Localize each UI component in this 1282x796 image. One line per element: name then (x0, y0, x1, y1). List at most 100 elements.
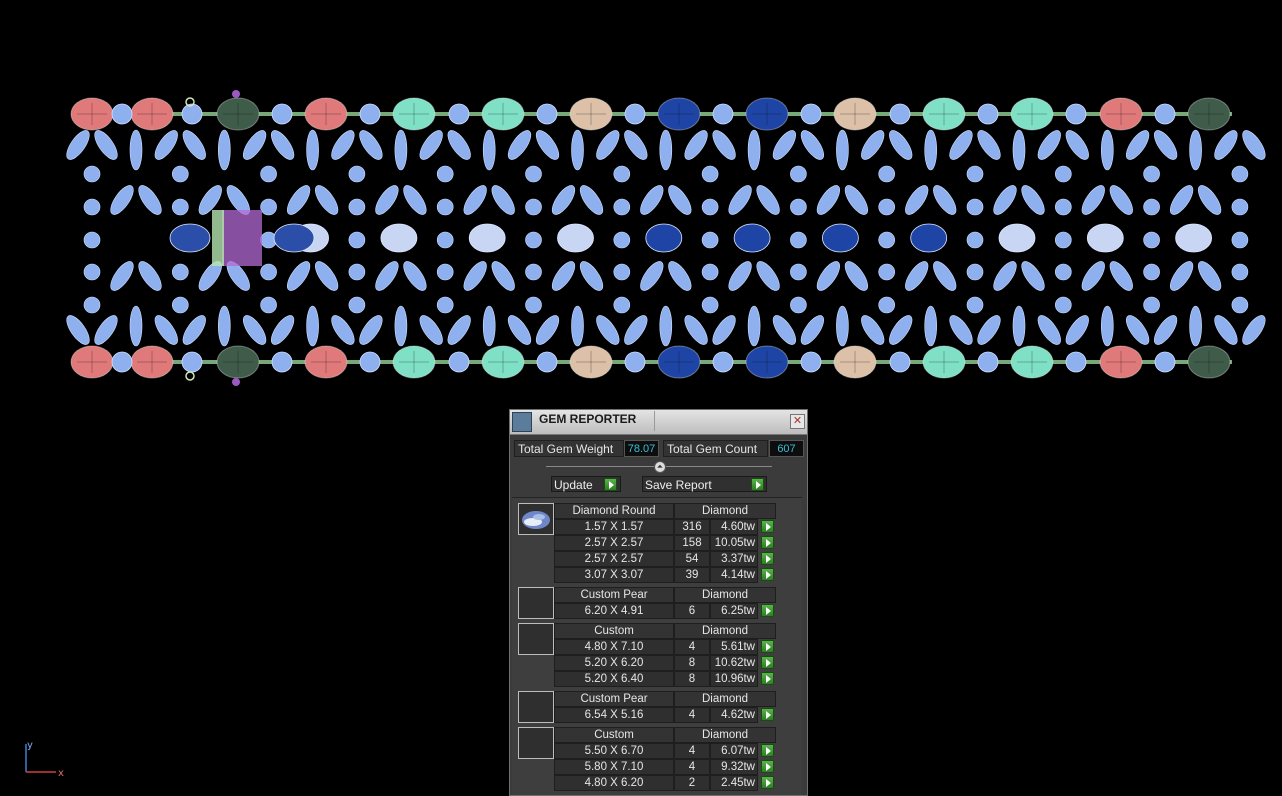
gem-reporter-panel: GEM REPORTER ✕ Total Gem Weight 78.07 To… (509, 409, 808, 796)
select-gem-icon[interactable] (761, 640, 774, 653)
round-diamond (348, 263, 366, 281)
gem-row[interactable]: 5.80 X 7.10 4 9.32tw (554, 759, 776, 775)
select-gem-icon[interactable] (761, 520, 774, 533)
gem-row[interactable]: 5.20 X 6.20 8 10.62tw (554, 655, 776, 671)
round-diamond (966, 198, 984, 216)
gem-shape-name: Custom (554, 727, 674, 743)
select-gem-icon[interactable] (761, 744, 774, 757)
select-gem-icon[interactable] (761, 536, 774, 549)
marquise-diamond (110, 185, 134, 215)
round-diamond (172, 263, 189, 281)
gem-row[interactable]: 4.80 X 7.10 4 5.61tw (554, 639, 776, 655)
gem-count: 6 (674, 603, 710, 619)
pear-gem (557, 223, 594, 253)
marquise-diamond (394, 129, 408, 171)
select-gem-icon[interactable] (761, 656, 774, 669)
gem-row[interactable]: 3.07 X 3.07 39 4.14tw (554, 567, 776, 583)
select-gem-icon[interactable] (761, 672, 774, 685)
marquise-diamond (286, 261, 311, 291)
round-diamond (624, 103, 646, 125)
marquise-diamond (138, 185, 162, 215)
gem-row[interactable]: 6.54 X 5.16 4 4.62tw (554, 707, 776, 723)
round-diamond (525, 296, 542, 314)
select-gem-icon[interactable] (761, 708, 774, 721)
round-diamond (1055, 165, 1072, 183)
round-diamond (1143, 231, 1160, 249)
select-gem-icon[interactable] (761, 604, 774, 617)
select-gem-icon[interactable] (761, 776, 774, 789)
round-diamond (1231, 165, 1249, 183)
gem-weight: 4.60tw (710, 519, 758, 535)
gem-row[interactable]: 4.80 X 6.20 2 2.45tw (554, 775, 776, 791)
gem-thumbnail[interactable] (518, 727, 554, 759)
gem-material-name: Diamond (674, 691, 776, 707)
gem-count: 8 (674, 655, 710, 671)
pear-gem (822, 223, 859, 253)
round-diamond (181, 103, 203, 125)
round-diamond (966, 296, 984, 314)
collapse-icon[interactable]: ⏶ (654, 461, 666, 473)
close-icon[interactable]: ✕ (790, 414, 805, 429)
gem-count: 8 (674, 671, 710, 687)
marquise-diamond (551, 261, 576, 291)
axis-x-label: x (58, 768, 64, 779)
marquise-diamond (571, 129, 584, 171)
gem-thumbnail[interactable] (518, 503, 554, 535)
marquise-diamond (596, 315, 620, 345)
marquise-diamond (535, 315, 560, 345)
round-diamond (436, 231, 454, 249)
gem-list[interactable]: Diamond Round Diamond 1.57 X 1.57 316 4.60tw… (512, 497, 802, 795)
marquise-diamond (463, 185, 487, 215)
gem-row[interactable]: 2.57 X 2.57 54 3.37tw (554, 551, 776, 567)
select-gem-icon[interactable] (761, 568, 774, 581)
marquise-diamond (110, 261, 134, 291)
round-diamond (1055, 296, 1072, 314)
gem-row[interactable]: 5.20 X 6.40 8 10.96tw (554, 671, 776, 687)
gem-row[interactable]: 6.20 X 4.91 6 6.25tw (554, 603, 776, 619)
round-diamond (525, 231, 542, 249)
sapphire-oval (273, 223, 315, 253)
save-report-go-icon[interactable] (751, 478, 764, 491)
gem-size: 2.57 X 2.57 (554, 535, 674, 551)
gem-material-name: Diamond (674, 503, 776, 519)
gem-size: 1.57 X 1.57 (554, 519, 674, 535)
marquise-diamond (668, 261, 692, 291)
gem-size: 4.80 X 7.10 (554, 639, 674, 655)
marquise-diamond (129, 305, 143, 347)
gem-row[interactable]: 5.50 X 6.70 4 6.07tw (554, 743, 776, 759)
round-diamond (1065, 351, 1087, 373)
gem-thumbnail[interactable] (518, 623, 554, 655)
select-gem-icon[interactable] (761, 552, 774, 565)
bracelet-viewport[interactable] (0, 0, 1282, 400)
select-gem-icon[interactable] (761, 760, 774, 773)
round-diamond (966, 231, 984, 249)
gem-thumbnail[interactable] (518, 691, 554, 723)
panel-titlebar[interactable]: GEM REPORTER ✕ (510, 410, 807, 435)
gem-size: 6.20 X 4.91 (554, 603, 674, 619)
round-diamond (536, 351, 558, 373)
marquise-diamond (331, 130, 355, 160)
round-diamond (613, 263, 631, 281)
round-diamond (800, 103, 822, 125)
round-diamond (712, 351, 734, 373)
marquise-diamond (551, 185, 576, 215)
round-diamond (260, 165, 277, 183)
update-button[interactable]: Update (551, 476, 621, 492)
round-diamond (271, 351, 293, 373)
save-report-button[interactable]: Save Report (642, 476, 767, 492)
marquise-diamond (331, 315, 355, 345)
round-diamond (83, 198, 101, 216)
marquise-diamond (242, 130, 267, 160)
gem-row[interactable]: 1.57 X 1.57 316 4.60tw (554, 519, 776, 535)
marquise-diamond (1037, 130, 1061, 160)
marquise-diamond (270, 315, 295, 345)
update-go-icon[interactable] (604, 478, 617, 491)
marquise-diamond (712, 130, 736, 160)
marquise-diamond (154, 130, 178, 160)
gem-row[interactable]: 2.57 X 2.57 158 10.05tw (554, 535, 776, 551)
marquise-diamond (747, 305, 761, 347)
round-diamond (1065, 103, 1087, 125)
marquise-diamond (182, 315, 206, 345)
gem-thumbnail[interactable] (518, 587, 554, 619)
round-diamond (359, 103, 381, 125)
